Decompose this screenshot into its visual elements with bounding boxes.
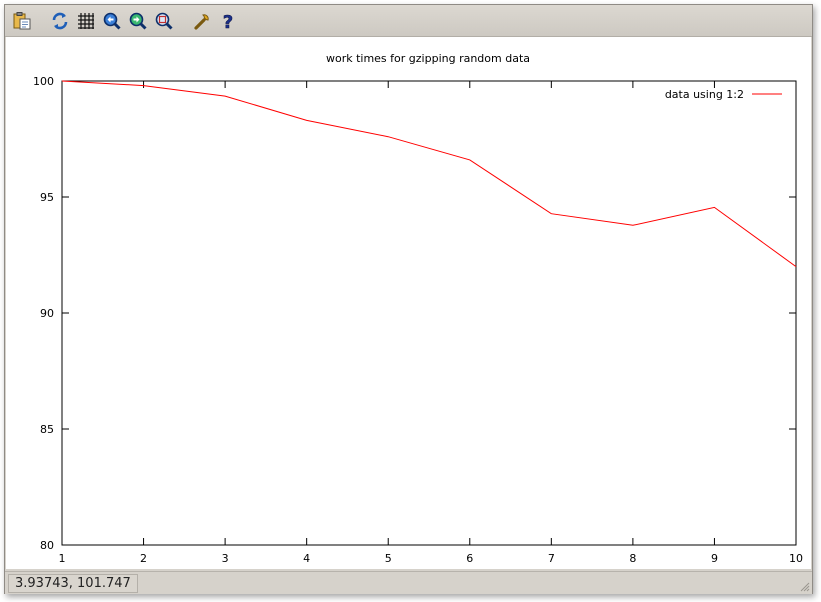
x-tick-label-3: 4 (303, 552, 310, 565)
toggle-grid-button[interactable] (75, 10, 97, 32)
next-zoom-button[interactable] (127, 10, 149, 32)
autoscale-button[interactable] (153, 10, 175, 32)
resize-grip-icon[interactable] (798, 580, 810, 592)
plot-area[interactable]: work times for gzipping random data 1 2 3 4… (6, 37, 811, 569)
previous-zoom-button[interactable] (101, 10, 123, 32)
refresh-icon (52, 12, 68, 30)
gnuplot-window: ? work times for gzipping random data 1 2… (4, 4, 813, 594)
x-tick-label-0: 1 (59, 552, 66, 565)
grid-icon (78, 13, 94, 29)
chart-title: work times for gzipping random data (326, 52, 530, 65)
x-tick-label-8: 9 (711, 552, 718, 565)
x-tick-label-4: 5 (385, 552, 392, 565)
plot-frame (61, 80, 797, 546)
replot-button[interactable] (49, 10, 71, 32)
y-tick-label-4: 100 (33, 75, 54, 88)
legend-label-0: data using 1:2 (665, 88, 744, 101)
line-chart: work times for gzipping random data 1 2 3 4… (33, 52, 803, 565)
help-button[interactable]: ? (217, 10, 239, 32)
cursor-coordinates: 3.93743, 101.747 (8, 574, 138, 593)
x-tick-label-5: 6 (466, 552, 473, 565)
y-tick-label-3: 95 (40, 191, 54, 204)
zoom-next-icon (129, 12, 147, 30)
copy-clipboard-button[interactable] (11, 10, 33, 32)
svg-text:?: ? (223, 12, 233, 31)
wrench-icon (194, 14, 209, 30)
x-tick-label-9: 10 (789, 552, 803, 565)
clipboard-icon (13, 12, 31, 30)
help-icon: ? (223, 12, 234, 31)
toolbar: ? (5, 5, 812, 37)
x-tick-label-6: 7 (548, 552, 555, 565)
x-tick-label-7: 8 (629, 552, 636, 565)
series-line-0 (61, 80, 797, 268)
y-tick-label-0: 80 (40, 539, 54, 552)
y-tick-label-2: 90 (40, 307, 54, 320)
y-tick-label-1: 85 (40, 423, 54, 436)
options-button[interactable] (191, 10, 213, 32)
x-tick-label-2: 3 (222, 552, 229, 565)
status-bar: 3.93743, 101.747 (5, 571, 812, 594)
zoom-previous-icon (103, 12, 121, 30)
zoom-autoscale-icon (155, 12, 173, 30)
x-tick-label-1: 2 (140, 552, 147, 565)
